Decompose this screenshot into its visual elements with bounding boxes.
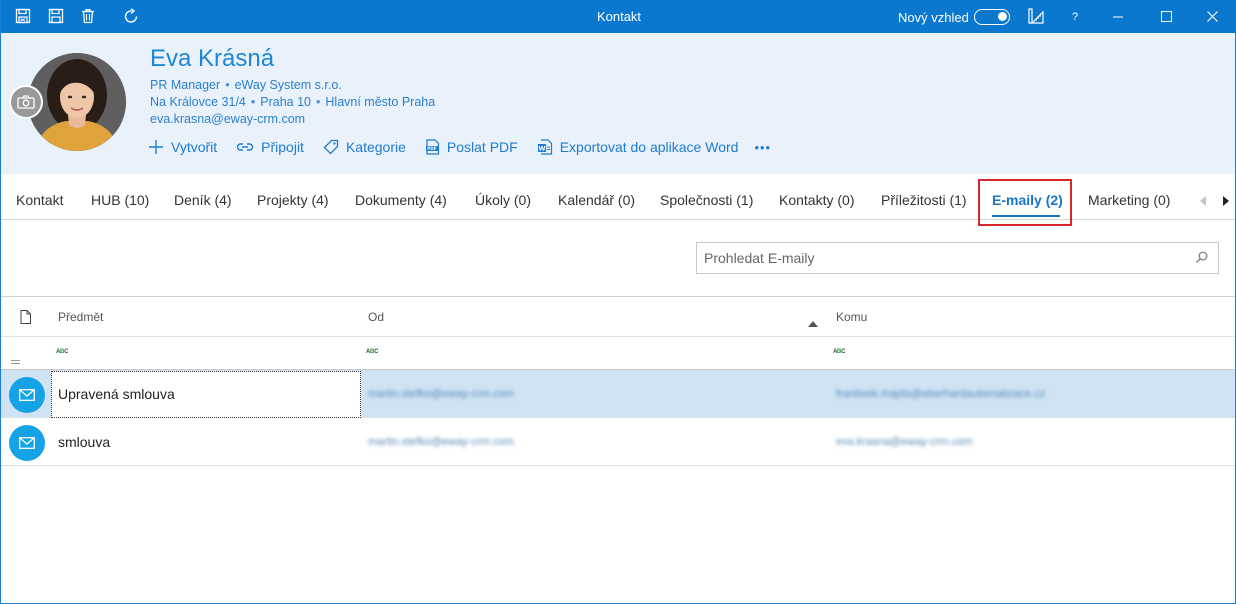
export-word-button[interactable]: W Exportovat do aplikace Word <box>537 139 739 155</box>
new-look-label: Nový vzhled <box>898 10 969 25</box>
save-icon[interactable] <box>46 6 66 26</box>
delete-icon[interactable] <box>78 6 98 26</box>
column-header-from[interactable]: Od <box>368 310 384 324</box>
change-photo-button[interactable] <box>9 85 43 119</box>
email-subject: smlouva <box>58 434 111 450</box>
minimize-button[interactable] <box>1095 0 1141 33</box>
email-search-box <box>696 242 1219 274</box>
tab-journal[interactable]: Deník (4) <box>174 176 232 220</box>
app-window: Kontakt Nový vzhled ? Eva Krásná PR Mana… <box>0 0 1236 604</box>
tab-contacts[interactable]: Kontakty (0) <box>779 176 854 220</box>
tab-bar: Kontakt HUB (10) Deník (4) Projekty (4) … <box>1 176 1235 226</box>
send-pdf-button[interactable]: PDF Poslat PDF <box>425 139 518 155</box>
pdf-icon: PDF <box>425 139 439 155</box>
document-column-icon <box>20 310 31 329</box>
contact-job-line: PR Manager • eWay System s.r.o. <box>150 78 342 92</box>
more-actions-button[interactable]: ••• <box>754 140 771 155</box>
camera-icon <box>17 95 35 109</box>
table-row[interactable]: Upravená smlouva martin.stefko@eway-crm.… <box>1 370 1235 418</box>
send-pdf-label: Poslat PDF <box>446 139 518 155</box>
tab-hub[interactable]: HUB (10) <box>91 176 149 220</box>
filter-row-icon[interactable] <box>11 351 20 369</box>
category-button[interactable]: Kategorie <box>323 139 406 155</box>
connect-label: Připojit <box>261 139 304 155</box>
save-and-close-icon[interactable] <box>13 6 33 26</box>
email-from: martin.stefko@eway-crm.com <box>368 436 514 448</box>
tab-companies[interactable]: Společnosti (1) <box>660 176 753 220</box>
window-title: Kontakt <box>596 9 642 24</box>
tab-scroll-right-icon[interactable] <box>1222 193 1232 206</box>
to-filter-icon[interactable]: ABC <box>833 349 845 355</box>
title-bar: Kontakt Nový vzhled ? <box>1 0 1236 33</box>
tab-highlight-box <box>978 179 1072 226</box>
create-label: Vytvořit <box>171 139 218 155</box>
tab-documents[interactable]: Dokumenty (4) <box>355 176 447 220</box>
separator-dot: • <box>250 95 256 109</box>
contact-street: Na Královce 31/4 <box>150 95 246 109</box>
separator-dot: • <box>316 95 321 109</box>
svg-text:W: W <box>538 145 545 153</box>
action-bar: Vytvořit Připojit Kategorie PDF Poslat P… <box>148 136 790 158</box>
export-word-label: Exportovat do aplikace Word <box>559 139 739 155</box>
tab-calendar[interactable]: Kalendář (0) <box>558 176 635 220</box>
contact-email-link[interactable]: eva.krasna@eway-crm.com <box>150 112 305 126</box>
sort-ascending-icon[interactable] <box>808 314 818 332</box>
connect-button[interactable]: Připojit <box>236 139 304 155</box>
tab-projects[interactable]: Projekty (4) <box>257 176 329 220</box>
contact-city: Hlavní město Praha <box>325 95 436 109</box>
email-to: eva.krasna@eway-crm.com <box>836 436 973 448</box>
tab-contact[interactable]: Kontakt <box>16 176 63 220</box>
refresh-icon[interactable] <box>121 6 141 26</box>
tab-marketing[interactable]: Marketing (0) <box>1088 176 1170 220</box>
tab-tasks[interactable]: Úkoly (0) <box>475 176 531 220</box>
word-export-icon: W <box>537 139 552 155</box>
contact-name: Eva Krásná <box>150 45 275 72</box>
help-button[interactable]: ? <box>1067 0 1083 33</box>
new-look-toggle[interactable] <box>974 9 1010 25</box>
email-to: frantisek.majda@eberhardautomatizace.cz <box>836 388 1046 400</box>
column-header-subject[interactable]: Předmět <box>58 310 103 324</box>
table-row[interactable]: smlouva martin.stefko@eway-crm.com eva.k… <box>1 418 1235 466</box>
grid-top-border <box>1 296 1235 297</box>
maximize-button[interactable] <box>1143 0 1189 33</box>
header-separator <box>1 336 1235 337</box>
create-button[interactable]: Vytvořit <box>148 139 217 155</box>
layout-icon[interactable] <box>1026 6 1046 26</box>
close-button[interactable] <box>1189 0 1235 33</box>
email-icon <box>9 377 45 413</box>
toggle-knob <box>998 12 1007 21</box>
link-icon <box>237 143 254 151</box>
email-icon <box>9 425 45 461</box>
column-header-to[interactable]: Komu <box>836 310 867 324</box>
contact-header: Eva Krásná PR Manager • eWay System s.r.o.… <box>1 33 1235 174</box>
email-subject: Upravená smlouva <box>58 386 175 402</box>
email-search-input[interactable] <box>697 243 1177 273</box>
tab-opportunities[interactable]: Příležitosti (1) <box>881 176 967 220</box>
email-from: martin.stefko@eway-crm.com <box>368 388 514 400</box>
contact-address-line: Na Královce 31/4 • Praha 10 • Hlavní město P… <box>150 95 435 109</box>
from-filter-icon[interactable]: ABC <box>366 349 378 355</box>
subject-filter-icon[interactable]: ABC <box>56 349 68 355</box>
plus-icon <box>149 140 163 154</box>
contact-company-link[interactable]: eWay System s.r.o. <box>235 78 342 92</box>
search-icon[interactable] <box>1195 251 1208 269</box>
tag-icon <box>323 139 339 155</box>
contact-district: Praha 10 <box>260 95 312 109</box>
category-label: Kategorie <box>345 139 406 155</box>
svg-text:PDF: PDF <box>427 146 437 151</box>
separator-dot: • <box>225 78 230 92</box>
tab-scroll-left-icon[interactable] <box>1200 193 1210 206</box>
contact-position: PR Manager <box>150 78 221 92</box>
